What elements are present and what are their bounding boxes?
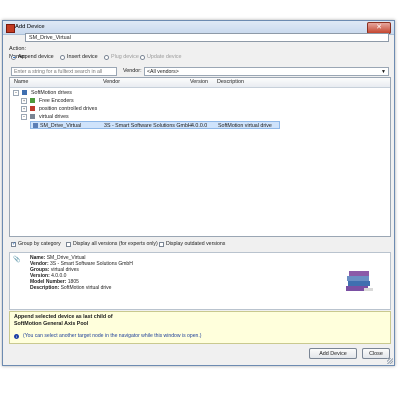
add-device-button[interactable]: Add Device [309,348,357,359]
fulltext-search-input[interactable]: Enter a string for a fulltext search in … [11,67,117,84]
collapse-icon[interactable]: − [21,113,27,120]
device-icon [33,123,38,129]
drive-icon [30,106,36,112]
app-icon [6,24,15,33]
action-label: Action: [9,46,27,52]
tree-row-label: position controlled drives [38,106,98,112]
tree-row-label: virtual drives [38,114,69,120]
update-device-label: Update device [147,54,182,60]
device-version-cell: 4.0.0.0 [191,123,208,129]
device-name-cell: SM_Drive_Virtual [40,123,82,129]
device-info-panel: 📎 Name: SM_Drive_Virtual Vendor: 3S - Sm… [9,252,391,310]
column-description[interactable]: Description [217,79,244,85]
device-tree[interactable]: Name Vendor Version Description − SoftMo… [9,77,391,237]
group-by-category-checkbox[interactable] [11,241,16,247]
insert-device-radio[interactable] [60,54,65,60]
books-icon [346,271,373,291]
info-description: Description: SoftMotion virtual drive [30,285,112,291]
window-title: Add Device [15,24,45,30]
plug-device-option: Plug device [104,54,139,60]
column-version[interactable]: Version [190,79,208,85]
name-input[interactable]: SM_Drive_Virtual [25,33,389,42]
display-outdated-versions-label: Display outdated versions [166,241,226,247]
close-button[interactable]: Close [362,348,390,359]
tree-row-softmotion-drives[interactable]: − SoftMotion drives [13,89,72,97]
tree-row-virtual-drives[interactable]: − virtual drives [21,113,69,121]
encoder-icon [30,98,36,104]
target-line-1: Append selected device as last child of [14,314,113,320]
tree-header: Name Vendor Version Description [10,78,390,88]
collapse-icon[interactable]: − [13,89,19,96]
add-device-window: Add Device ✕ Name: SM_Drive_Virtual Acti… [2,20,395,366]
vendor-label: Vendor: [123,68,142,74]
update-device-option: Update device [140,54,181,60]
info-icon: i [14,333,19,339]
group-by-category-option[interactable]: Group by category [11,241,61,247]
display-all-versions-checkbox[interactable] [66,241,71,247]
vendor-value: <All vendors> [147,69,179,75]
tree-row-free-encoders[interactable]: + Free Encoders [21,97,74,105]
insert-device-label: Insert device [67,54,98,60]
column-vendor[interactable]: Vendor [103,79,120,85]
insert-device-option[interactable]: Insert device [60,54,98,60]
virtual-drive-icon [30,114,36,120]
column-name[interactable]: Name [14,79,28,85]
target-hint: i (You can select another target node in… [14,333,202,339]
target-line-2: SoftMotion General Axis Pool [14,321,89,327]
vendor-select[interactable]: <All vendors> ▼ [144,67,389,76]
chevron-down-icon: ▼ [381,69,386,75]
group-by-category-label: Group by category [18,241,61,247]
display-outdated-versions-option[interactable]: Display outdated versions [159,241,225,247]
plug-device-label: Plug device [111,54,139,60]
display-outdated-versions-checkbox[interactable] [159,241,164,247]
update-device-radio [140,54,145,60]
append-device-option[interactable]: Append device [11,54,54,60]
expand-icon[interactable]: + [21,105,27,112]
folder-icon [22,90,28,96]
expand-icon[interactable]: + [21,97,27,104]
paperclip-icon: 📎 [13,257,21,263]
target-panel: Append selected device as last child of … [9,311,391,344]
tree-row-label: SoftMotion drives [30,90,72,96]
tree-row-label: Free Encoders [38,98,74,104]
display-all-versions-option[interactable]: Display all versions (for experts only) [66,241,158,247]
resize-grip[interactable] [387,358,393,364]
plug-device-radio [104,54,109,60]
target-hint-text: (You can select another target node in t… [23,333,202,339]
device-vendor-cell: 3S - Smart Software Solutions GmbH [104,123,192,129]
tree-row-sm-drive-virtual[interactable]: SM_Drive_Virtual 3S - Smart Software Sol… [30,121,280,129]
device-description-cell: SoftMotion virtual drive [218,123,272,129]
display-all-versions-label: Display all versions (for experts only) [73,241,158,247]
close-icon: ✕ [376,24,382,31]
append-device-label: Append device [18,54,54,60]
append-device-radio[interactable] [11,54,16,60]
tree-row-position-controlled-drives[interactable]: + position controlled drives [21,105,97,113]
